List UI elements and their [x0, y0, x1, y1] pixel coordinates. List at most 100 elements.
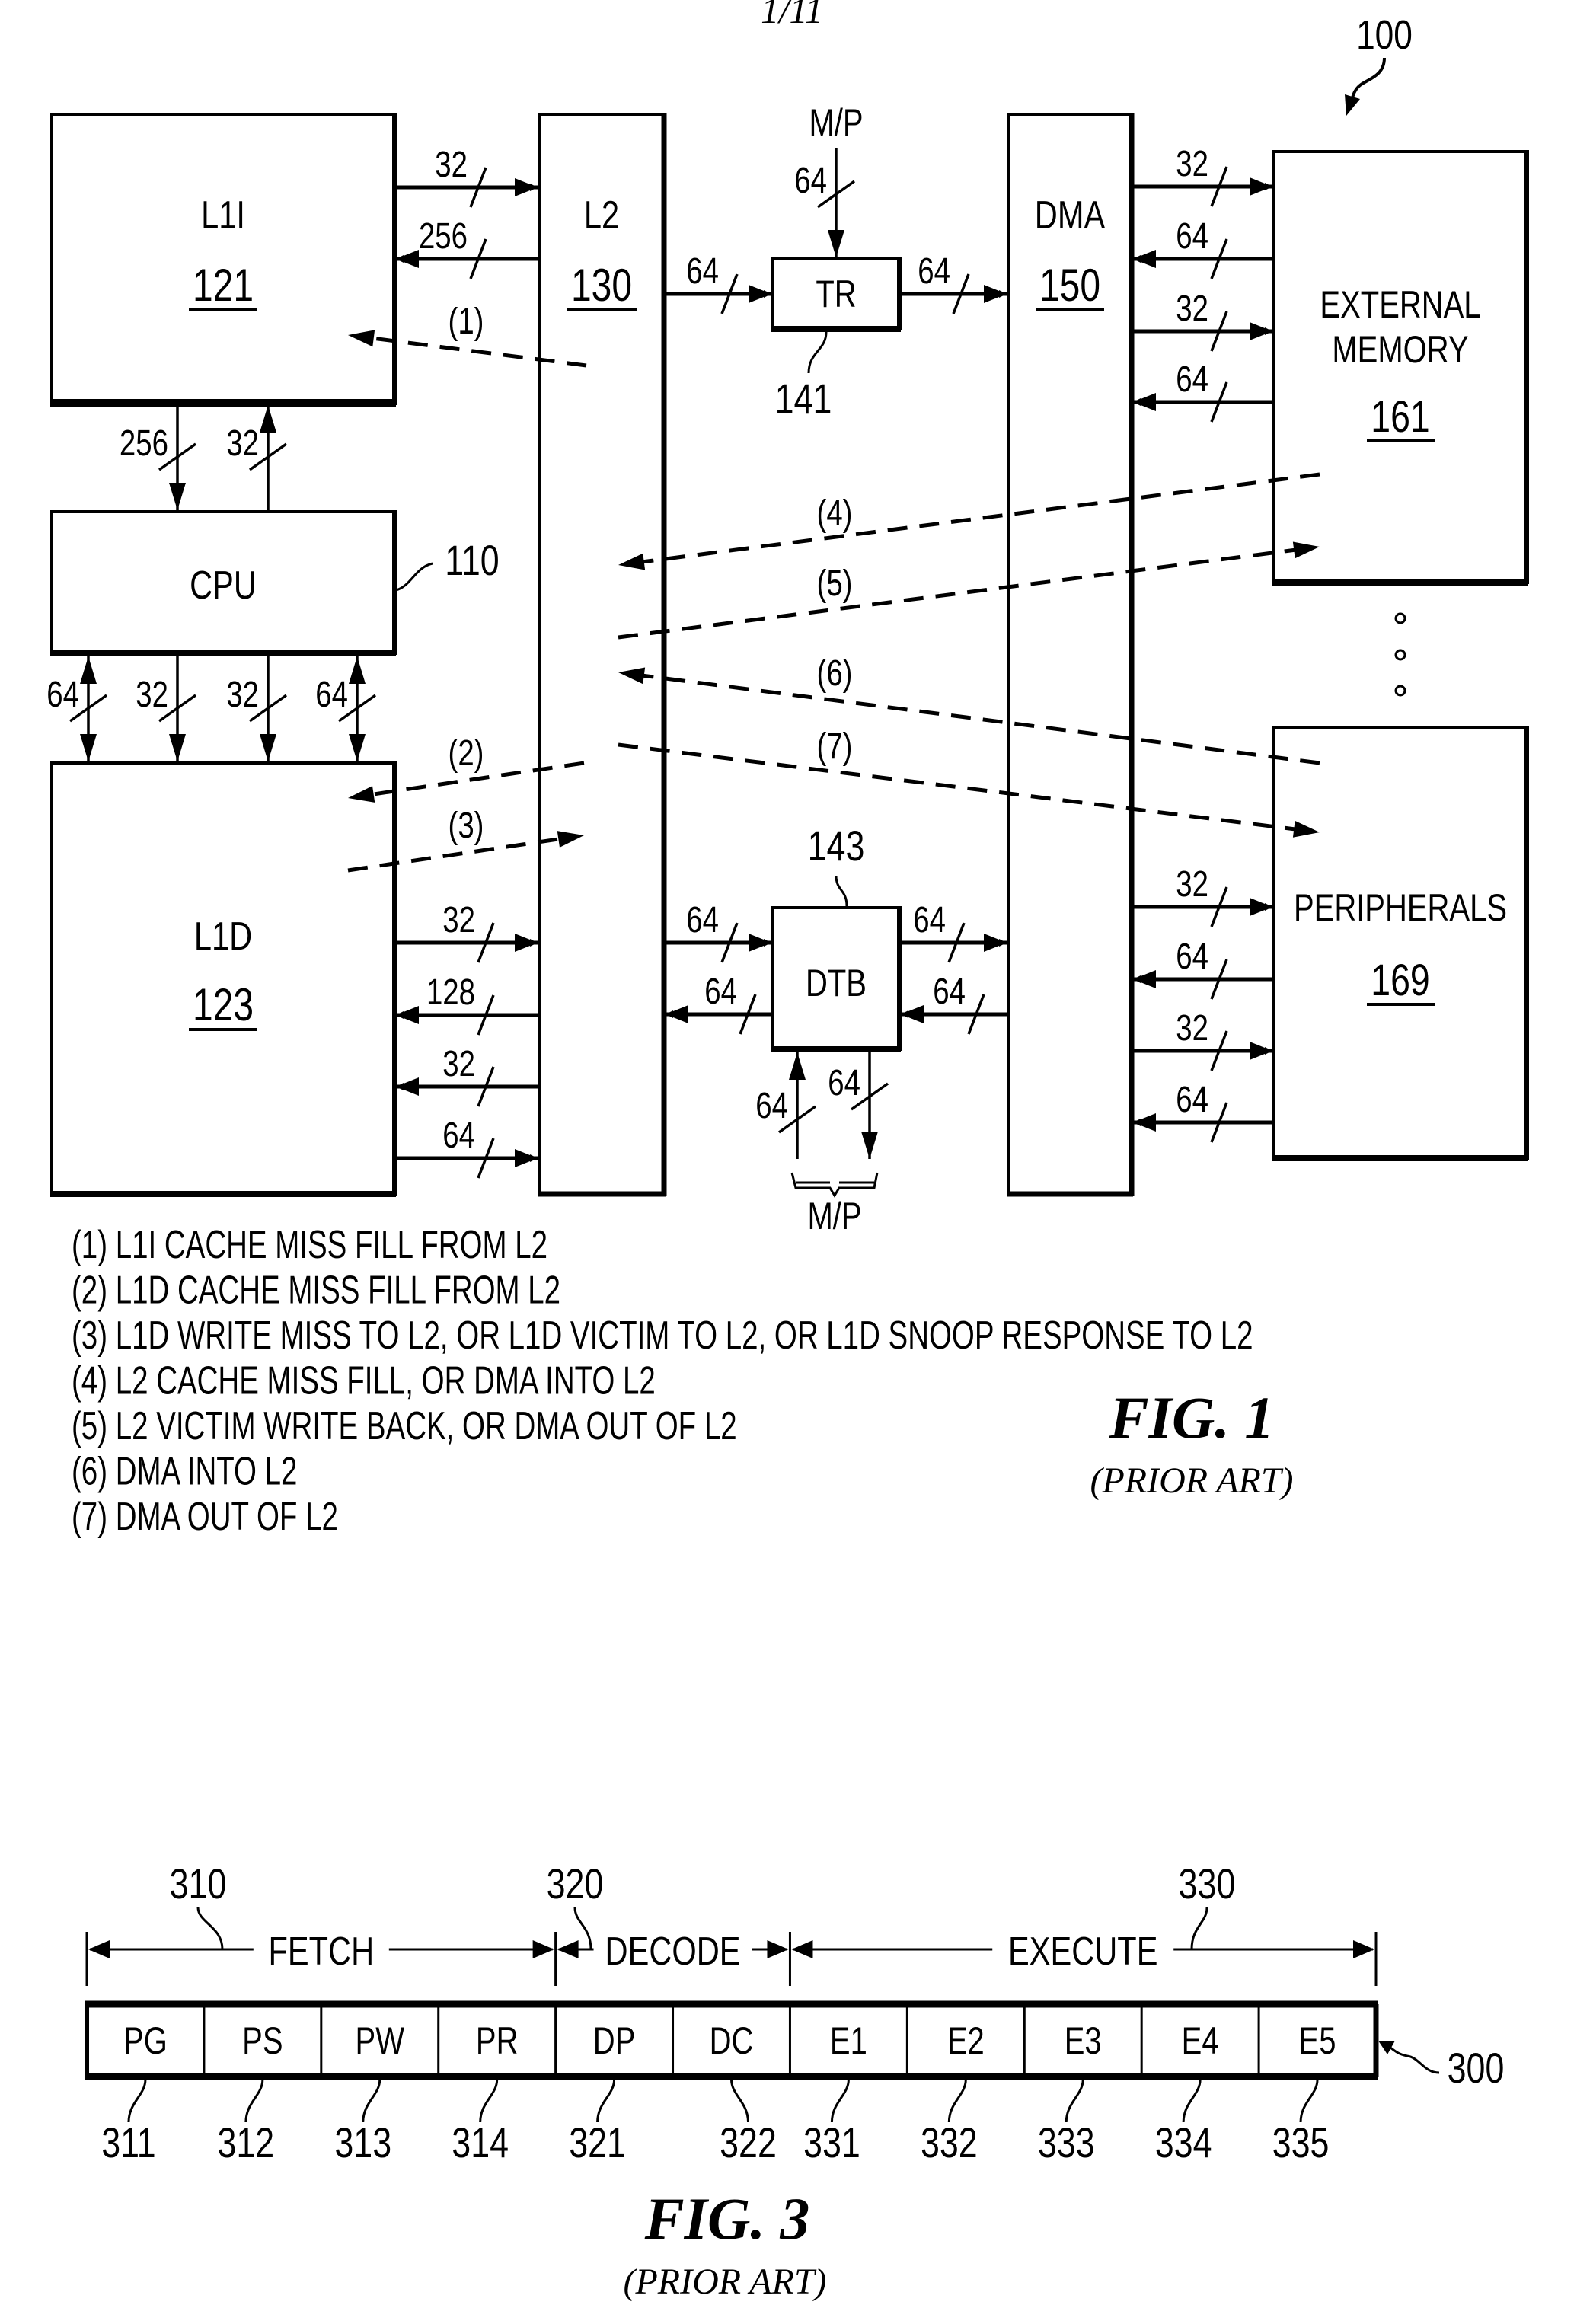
stage-name: E1 [830, 2019, 867, 2062]
bus-width-label: 32 [442, 1044, 475, 1084]
arrowhead-icon [515, 178, 538, 196]
bus-width-label: 32 [136, 675, 168, 715]
legend-item: (3) L1D WRITE MISS TO L2, OR L1D VICTIM … [72, 1313, 1253, 1357]
bus-width-label: 64 [1176, 359, 1208, 400]
bus-cpu-l1d-3: 32 [226, 656, 288, 761]
page-number-label: 1/11 [761, 0, 823, 31]
arrowhead-icon [1133, 970, 1156, 988]
phase-ref: 320 [547, 1860, 604, 1907]
bus-width-label: 64 [913, 900, 946, 940]
bus-width-label: 32 [442, 900, 475, 940]
bus-dma-to-per-1: 32 [1133, 864, 1272, 927]
flow-path-4: (4) [618, 472, 1320, 570]
peripherals-label: PERIPHERALS [1294, 886, 1507, 929]
stage-ref: 314 [452, 2118, 509, 2166]
figure-3-pipeline-diagram: PG 311 PS 312 PW 313 PR 314 DP 321 DC 322 E1 331 E2 332… [85, 1860, 1504, 2302]
l1d-label: L1D [194, 914, 252, 959]
bus-l2-to-dtb: 64 [666, 900, 771, 963]
arrowhead-icon [749, 285, 771, 303]
flow-path-5: (5) [618, 541, 1320, 640]
system-ref-arrowhead-icon [1345, 94, 1360, 116]
external-memory-label-line2: MEMORY [1332, 328, 1468, 371]
stage-name: E2 [947, 2019, 985, 2062]
bus-width-label: 64 [918, 251, 950, 292]
bus-dtb-to-dma: 64 [901, 900, 1007, 963]
arrowhead-icon [666, 1005, 688, 1023]
flow-label: (6) [817, 653, 853, 694]
stage-ref: 312 [217, 2118, 274, 2166]
dashed-flow-line [640, 472, 1320, 564]
legend-item: (6) DMA INTO L2 [72, 1449, 297, 1493]
arrowhead-icon [1353, 1940, 1374, 1958]
legend-item: (2) L1D CACHE MISS FILL FROM L2 [72, 1268, 560, 1312]
arrowhead-icon [396, 1077, 419, 1096]
bus-per-to-dma-1: 64 [1133, 937, 1274, 1000]
bus-width-label: 64 [755, 1086, 788, 1126]
tr-label: TR [816, 273, 856, 315]
pipeline-ref-leader-icon [1387, 2044, 1440, 2074]
bus-dtb-to-l2: 64 [666, 972, 773, 1035]
pipeline-ref-arrowhead-icon [1378, 2041, 1395, 2054]
flow-label: (7) [817, 726, 853, 767]
mp-top-label: M/P [809, 101, 863, 144]
stage-ref-leader-icon [244, 2079, 264, 2123]
arrowhead-icon [984, 285, 1007, 303]
stage-ref: 313 [334, 2118, 391, 2166]
figure-3-subcaption: (PRIOR ART) [623, 2262, 826, 2302]
arrowhead-icon [557, 1940, 579, 1958]
dashed-flow-line [640, 673, 1320, 765]
phase-ref: 310 [170, 1860, 227, 1907]
stage-ref-leader-icon [1299, 2079, 1319, 2123]
flow-label: (4) [817, 493, 853, 534]
arrowhead-icon [767, 1940, 789, 1958]
flow-legend: (1) L1I CACHE MISS FILL FROM L2(2) L1D C… [72, 1222, 1253, 1538]
legend-item: (1) L1I CACHE MISS FILL FROM L2 [72, 1222, 547, 1266]
stage-ref: 322 [720, 2118, 777, 2166]
phase-label: DECODE [605, 1929, 741, 1974]
dtb-ref-leader-icon [835, 875, 848, 907]
bus-l1d-to-l2-a: 32 [396, 900, 538, 963]
arrowhead-icon [1133, 1113, 1156, 1132]
bus-l1i-to-cpu: 256 [120, 405, 197, 510]
l1d-ref: 123 [193, 979, 254, 1030]
bus-width-label: 256 [419, 216, 468, 257]
arrowhead-icon [88, 1940, 110, 1958]
flow-label: (3) [449, 806, 484, 846]
external-memory-ref: 161 [1371, 392, 1429, 442]
phase-ref: 330 [1179, 1860, 1236, 1907]
arrowhead-icon [169, 734, 186, 761]
stage-ref-leader-icon [127, 2079, 147, 2123]
dashed-flow-line [618, 547, 1298, 640]
figure-3-caption: FIG. 3 [644, 2185, 810, 2252]
stage-name: DP [593, 2019, 636, 2062]
bus-width-label: 64 [1176, 216, 1208, 257]
bus-tr-to-dma: 64 [901, 251, 1007, 314]
stage-ref-leader-icon [479, 2079, 499, 2123]
arrowhead-icon [515, 934, 538, 952]
bus-l2-to-tr: 64 [666, 251, 771, 314]
bus-width-label: 64 [46, 675, 79, 715]
arrowhead-icon [349, 734, 366, 761]
bus-width-label: 32 [1176, 1008, 1208, 1049]
stage-ref-leader-icon [596, 2079, 616, 2123]
arrowhead-icon [1250, 898, 1272, 916]
bus-dma-to-ext-1: 32 [1133, 144, 1272, 207]
stage-ref: 331 [803, 2118, 860, 2166]
peripherals-ref: 169 [1371, 956, 1429, 1005]
bus-dtb-to-mp: 64 [828, 1052, 889, 1159]
bus-dma-to-per-2: 32 [1133, 1008, 1272, 1071]
arrowhead-icon [80, 656, 97, 684]
arrowhead-icon [349, 656, 366, 684]
tr-ref-leader-icon [807, 331, 828, 374]
arrowhead-icon [396, 250, 419, 268]
bus-cpu-l1d-2: 32 [136, 656, 197, 761]
figure-1-subcaption: (PRIOR ART) [1090, 1460, 1293, 1501]
arrowhead-icon [984, 934, 1007, 952]
arrowhead-icon [396, 1006, 419, 1024]
bus-width-label: 64 [933, 972, 966, 1012]
stage-ref: 332 [921, 2118, 978, 2166]
legend-item: (4) L2 CACHE MISS FILL, OR DMA INTO L2 [72, 1358, 656, 1403]
dashed-flow-line [618, 742, 1298, 832]
arrowhead-icon [789, 1052, 806, 1080]
external-memory-label-line1: EXTERNAL [1320, 283, 1480, 326]
